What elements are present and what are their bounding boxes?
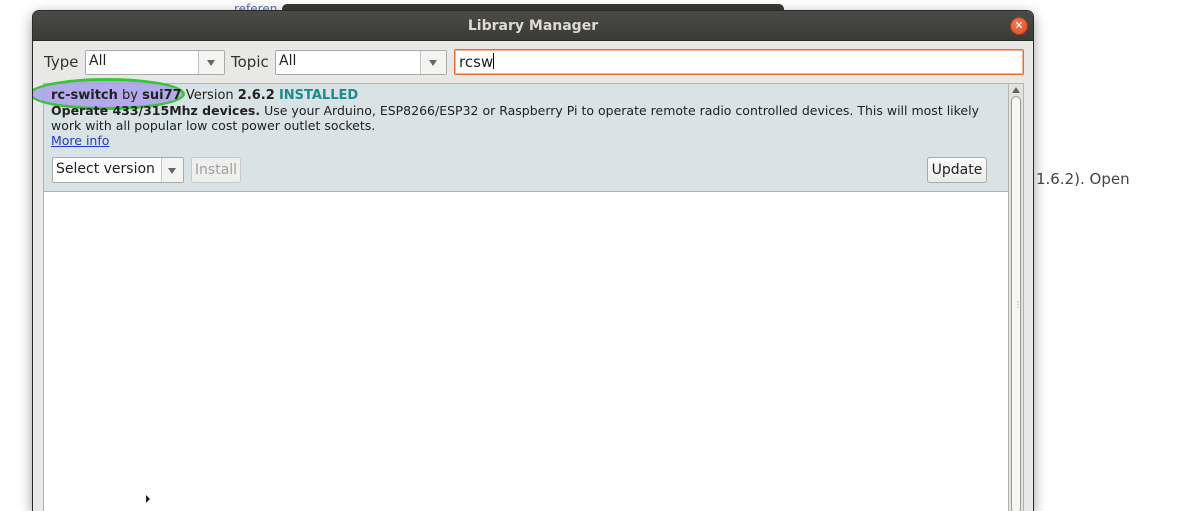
scrollbar-thumb[interactable]: ⋮	[1011, 96, 1022, 511]
library-manager-dialog: Library Manager ✕ Type All Topic All rcs…	[33, 11, 1033, 511]
chevron-down-icon	[207, 60, 215, 66]
scroll-up-icon[interactable]	[1012, 87, 1020, 93]
library-description: Operate 433/315Mhz devices. Use your Ard…	[51, 103, 991, 133]
library-list[interactable]: rc-switch by sui77 Version 2.6.2 INSTALL…	[33, 78, 1009, 511]
library-item[interactable]: rc-switch by sui77 Version 2.6.2 INSTALL…	[33, 78, 1008, 192]
version-select[interactable]: Select version	[52, 157, 184, 183]
window-title: Library Manager	[467, 18, 599, 34]
topic-label: Topic	[231, 53, 269, 71]
type-label: Type	[44, 53, 79, 71]
topic-dropdown-value: All	[279, 53, 297, 69]
close-button[interactable]: ✕	[1010, 17, 1028, 35]
more-info-link[interactable]: More info	[51, 133, 109, 148]
close-icon: ✕	[1014, 19, 1024, 32]
library-author: sui77	[142, 88, 182, 103]
background-text: 1.6.2). Open	[1036, 170, 1130, 188]
library-item-header: rc-switch by sui77 Version 2.6.2 INSTALL…	[51, 88, 358, 103]
titlebar[interactable]: Library Manager ✕	[33, 11, 1033, 41]
installed-badge: INSTALLED	[278, 88, 359, 103]
grip-icon: ⋮	[1014, 300, 1022, 309]
install-button[interactable]: Install	[191, 157, 241, 183]
topic-dropdown[interactable]: All	[275, 50, 447, 75]
chevron-down-icon	[429, 60, 437, 66]
library-name: rc-switch	[51, 88, 118, 103]
library-version-word: Version	[185, 88, 234, 103]
version-select-value: Select version	[56, 161, 155, 177]
library-by: by	[122, 88, 138, 103]
text-caret	[493, 53, 495, 69]
update-button[interactable]: Update	[927, 157, 987, 183]
type-dropdown[interactable]: All	[85, 50, 225, 75]
library-version: 2.6.2	[237, 88, 275, 103]
search-input-value: rcsw	[459, 53, 494, 71]
mouse-cursor-icon	[146, 495, 150, 503]
list-scrollbar[interactable]: ⋮	[1009, 83, 1024, 511]
library-description-title: Operate 433/315Mhz devices.	[51, 103, 261, 118]
search-input[interactable]: rcsw	[454, 49, 1024, 75]
chevron-down-icon	[168, 168, 176, 174]
type-dropdown-value: All	[89, 53, 107, 69]
